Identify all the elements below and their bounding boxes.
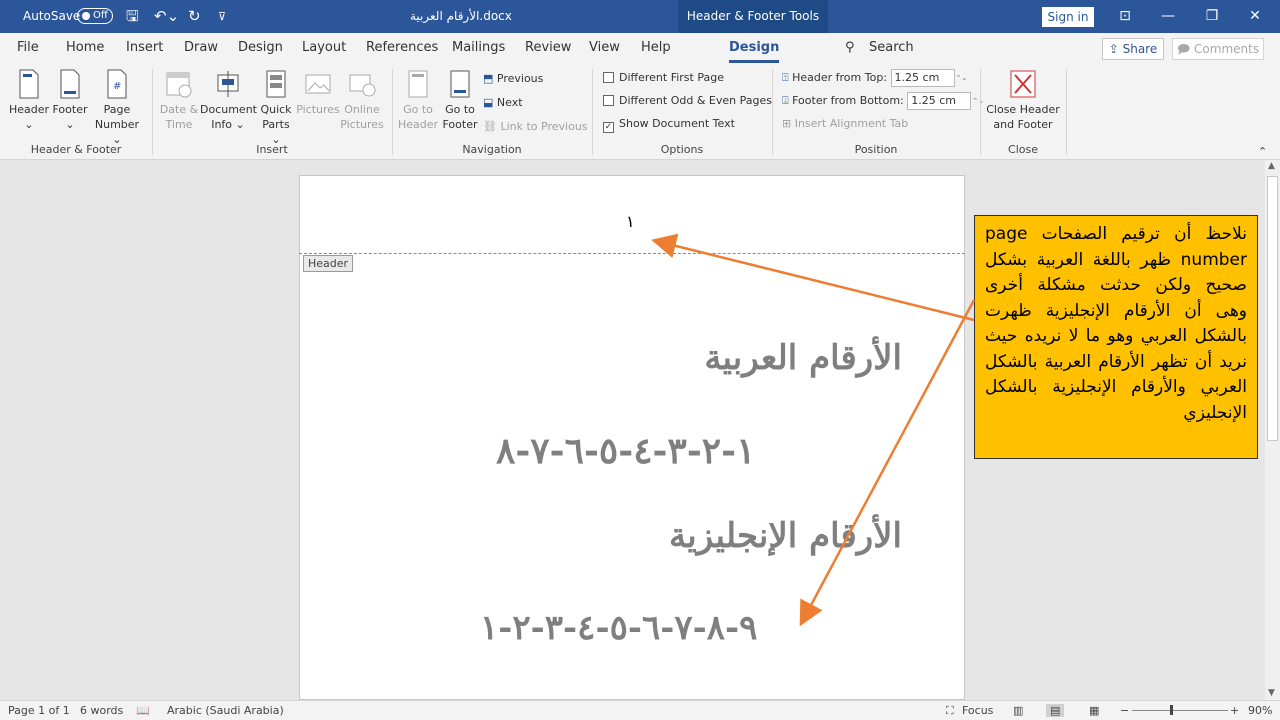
status-bar: Page 1 of 1 6 words 📖 Arabic (Saudi Arab… <box>0 700 1280 720</box>
annotation-arrows <box>651 233 976 627</box>
zoom-slider[interactable] <box>1132 710 1228 711</box>
page-count[interactable]: Page 1 of 1 <box>8 704 70 717</box>
zoom-out-icon[interactable]: − <box>1120 704 1129 717</box>
arrow-to-english-numbers <box>799 299 976 627</box>
language-indicator[interactable]: Arabic (Saudi Arabia) <box>167 704 284 717</box>
zoom-in-icon[interactable]: + <box>1230 704 1239 717</box>
word-count[interactable]: 6 words <box>80 704 123 717</box>
scroll-down-icon[interactable]: ▼ <box>1268 688 1275 698</box>
proofing-icon[interactable]: 📖 <box>136 704 150 717</box>
scroll-up-icon[interactable]: ▲ <box>1268 161 1275 171</box>
read-mode-icon[interactable]: ▥ <box>1013 704 1023 717</box>
scrollbar-thumb[interactable] <box>1267 176 1278 441</box>
focus-icon[interactable]: ⛶ <box>946 704 954 718</box>
zoom-slider-thumb[interactable] <box>1170 705 1173 715</box>
focus-button[interactable]: Focus <box>962 704 993 717</box>
arrow-to-page-number <box>651 233 975 322</box>
zoom-level[interactable]: 90% <box>1248 704 1272 717</box>
print-layout-icon[interactable]: ▤ <box>1046 704 1065 717</box>
web-layout-icon[interactable]: ▦ <box>1089 704 1099 717</box>
